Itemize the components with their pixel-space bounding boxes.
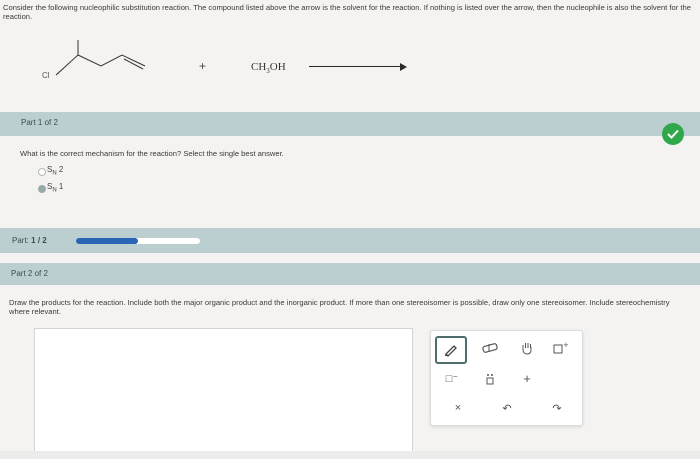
part2-question: Draw the products for the reaction. Incl… xyxy=(9,298,670,316)
correct-check-icon xyxy=(662,123,684,145)
undo-icon[interactable]: ↶ xyxy=(496,398,518,418)
chlorine-label: Cl xyxy=(42,71,50,80)
reaction-arrow xyxy=(309,66,401,68)
lone-pair-icon[interactable] xyxy=(479,368,501,388)
option-sn2[interactable]: SN 2 xyxy=(47,165,63,177)
hand-icon[interactable] xyxy=(516,338,538,358)
part2-header: Part 2 of 2 xyxy=(11,269,48,278)
drawing-canvas[interactable] xyxy=(34,328,413,458)
negative-charge-icon[interactable]: □⁻ xyxy=(441,368,463,388)
drawing-toolbar: + □⁻ + × ↶ ↷ xyxy=(430,330,583,426)
part1-header: Part 1 of 2 xyxy=(21,118,58,127)
reaction-plus: + xyxy=(199,59,207,73)
pencil-icon[interactable] xyxy=(435,336,467,364)
option-sn1-radio[interactable] xyxy=(38,185,46,193)
part2-header-bar: Part 2 of 2 xyxy=(0,263,700,285)
bottom-strip xyxy=(0,451,700,459)
part-progress-fill xyxy=(76,238,138,244)
option-sn2-radio[interactable] xyxy=(38,168,46,176)
plus-icon[interactable]: + xyxy=(516,368,538,388)
substrate-structure xyxy=(55,40,146,76)
option-sn1[interactable]: SN 1 xyxy=(47,182,63,194)
clear-icon[interactable]: × xyxy=(447,398,469,418)
reaction-arrow-head xyxy=(400,63,407,71)
part1-question: What is the correct mechanism for the re… xyxy=(20,149,284,158)
part1-header-bar: Part 1 of 2 xyxy=(0,112,700,136)
part-progress-track xyxy=(76,238,200,244)
svg-text:+: + xyxy=(563,341,568,349)
reagent-label: CH3OH xyxy=(251,61,286,76)
eraser-icon[interactable] xyxy=(479,338,501,358)
redo-icon[interactable]: ↷ xyxy=(546,398,568,418)
part-progress-label: Part: 1 / 2 xyxy=(12,236,47,245)
add-box-icon[interactable]: + xyxy=(549,338,571,358)
